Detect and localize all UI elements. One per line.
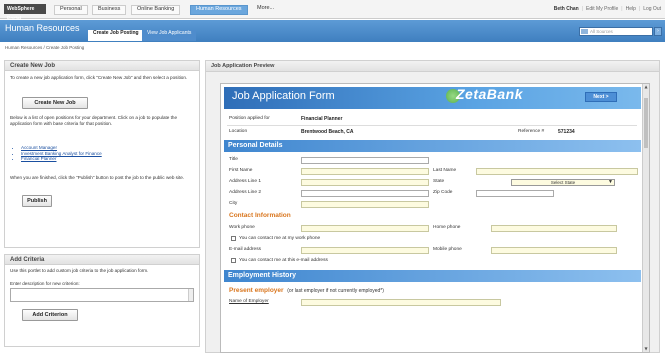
search-icon: › <box>657 28 659 34</box>
positions-intro: Below is a list of open positions for yo… <box>10 115 178 126</box>
position-value: Financial Planner <box>301 116 343 122</box>
employer-name-input[interactable] <box>301 299 501 306</box>
reference-label: Reference # <box>518 129 545 134</box>
mobile-phone-input[interactable] <box>491 247 617 254</box>
form-scrollbar[interactable]: ▲ ▼ <box>642 84 649 352</box>
tab-create-job-posting[interactable]: Create Job Posting <box>88 30 144 41</box>
search-scope-dropdown[interactable] <box>581 29 588 34</box>
job-link-financial-planner[interactable]: Financial Planner <box>21 156 102 162</box>
employer-name-label: Name of Employer <box>229 299 269 304</box>
criterion-description-input[interactable] <box>10 288 194 302</box>
scroll-down-icon[interactable]: ▼ <box>643 346 649 352</box>
tab-human-resources[interactable]: Human Resources <box>190 5 248 15</box>
work-phone-input[interactable] <box>301 225 429 232</box>
first-name-label: First Name <box>229 168 253 173</box>
home-phone-input[interactable] <box>491 225 617 232</box>
add-criteria-intro: Use this portlet to add custom job crite… <box>10 268 149 273</box>
form-title: Job Application Form <box>232 90 335 102</box>
title-input[interactable] <box>301 157 429 164</box>
reference-value: 571234 <box>558 129 575 135</box>
zetabank-logo: ZetaBank <box>456 86 524 102</box>
criterion-scrollbar[interactable] <box>188 289 193 301</box>
scroll-up-icon[interactable]: ▲ <box>643 84 649 90</box>
websphere-logo[interactable]: WebSphere Portal <box>4 4 46 22</box>
search-input[interactable]: All Sources <box>579 27 653 36</box>
work-phone-label: Work phone <box>229 225 255 230</box>
state-select[interactable]: Select State ▼ <box>511 179 615 186</box>
dropdown-arrow-icon: ▼ <box>608 179 613 185</box>
job-application-preview: Job Application Preview Job Application … <box>205 60 660 353</box>
section-bar: Human Resources Create Job Posting View … <box>0 20 665 42</box>
last-name-label: Last Name <box>433 168 457 173</box>
job-list: Account Manager Investment Banking Analy… <box>21 145 102 162</box>
logout-link[interactable]: Log Out <box>643 6 661 12</box>
work-phone-checkbox[interactable] <box>231 236 236 241</box>
first-name-input[interactable] <box>301 168 429 175</box>
criterion-label: Enter description for new criterion: <box>10 281 80 286</box>
tab-personal[interactable]: Personal <box>54 5 88 15</box>
publish-instructions: When you are finished, click the "Publis… <box>10 175 185 180</box>
position-label: Position applied for <box>229 116 270 121</box>
tab-view-job-applicants[interactable]: View Job Applicants <box>142 30 197 41</box>
breadcrumb: Human Resources / Create Job Posting <box>5 45 85 50</box>
search-button[interactable]: › <box>654 27 662 36</box>
preview-heading: Job Application Preview <box>206 61 659 72</box>
next-button[interactable]: Next > <box>585 92 617 102</box>
personal-details-header: Personal Details <box>224 140 641 152</box>
divider <box>227 125 637 126</box>
employment-history-header: Employment History <box>224 270 641 282</box>
add-criteria-heading: Add Criteria <box>5 255 199 265</box>
top-bar: WebSphere Portal Personal Business Onlin… <box>0 0 665 22</box>
page-title: Human Resources <box>5 23 80 33</box>
title-label: Title <box>229 157 238 162</box>
tab-online-banking[interactable]: Online Banking <box>131 5 181 15</box>
user-name: Beth Chan <box>553 6 579 12</box>
email-consent-label: You can contact me at this e-mail addres… <box>239 258 328 263</box>
tab-more[interactable]: More... <box>252 5 279 15</box>
zip-label: Zip Code <box>433 190 453 195</box>
present-employer-heading: Present employer (or last employer if no… <box>229 287 384 294</box>
state-label: State <box>433 179 445 184</box>
tab-business[interactable]: Business <box>92 5 127 15</box>
application-form: Job Application Form ZetaBank Next > Pos… <box>220 83 650 353</box>
mobile-phone-label: Mobile phone <box>433 247 462 252</box>
last-name-input[interactable] <box>476 168 638 175</box>
location-label: Location <box>229 129 248 134</box>
email-label: E-mail address <box>229 247 261 252</box>
present-employer-note: (or last employer if not currently emplo… <box>287 288 384 294</box>
scroll-thumb[interactable] <box>644 98 648 148</box>
city-input[interactable] <box>301 201 429 208</box>
zip-input[interactable] <box>476 190 554 197</box>
help-link[interactable]: Help <box>626 6 636 12</box>
publish-button[interactable]: Publish <box>22 195 52 207</box>
location-value: Brentwood Beach, CA <box>301 129 354 135</box>
address1-input[interactable] <box>301 179 429 186</box>
user-links: Beth Chan | Edit My Profile | Help | Log Out <box>553 6 661 12</box>
work-phone-consent-label: You can contact me at my work phone <box>239 236 321 241</box>
address2-label: Address Line 2 <box>229 190 261 195</box>
address2-input[interactable] <box>301 190 429 197</box>
form-header: Job Application Form ZetaBank Next > <box>224 86 641 109</box>
city-label: City <box>229 201 238 206</box>
create-job-portlet: Create New Job To create a new job appli… <box>4 60 200 248</box>
add-criterion-button[interactable]: Add Criterion <box>22 309 78 321</box>
home-phone-label: Home phone <box>433 225 461 230</box>
create-job-intro: To create a new job application form, cl… <box>10 75 188 80</box>
add-criteria-portlet: Add Criteria Use this portlet to add cus… <box>4 254 200 347</box>
email-checkbox[interactable] <box>231 258 236 263</box>
email-input[interactable] <box>301 247 429 254</box>
address1-label: Address Line 1 <box>229 179 261 184</box>
contact-info-heading: Contact Information <box>229 212 291 219</box>
edit-profile-link[interactable]: Edit My Profile <box>586 6 618 12</box>
create-job-heading: Create New Job <box>5 61 199 71</box>
create-new-job-button[interactable]: Create New Job <box>22 97 88 109</box>
